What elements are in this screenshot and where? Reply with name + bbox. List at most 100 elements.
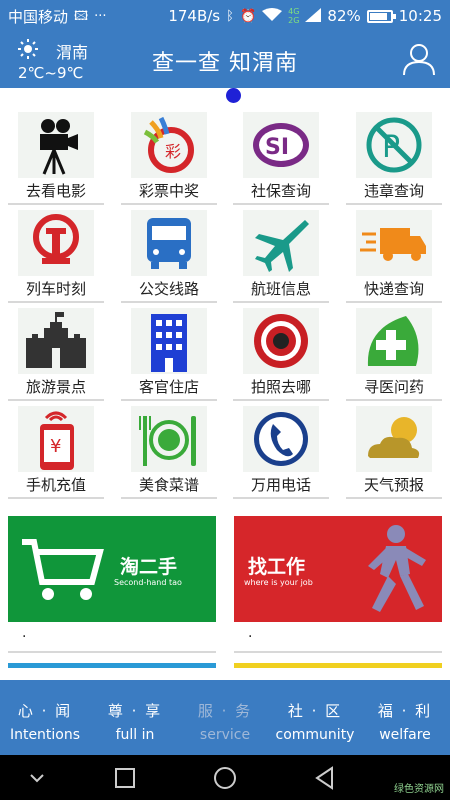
divider [121, 301, 217, 303]
tab-sublabel: full in [115, 727, 155, 743]
divider [346, 399, 442, 401]
service-hotel[interactable]: 客官住店 [119, 304, 219, 402]
divider [121, 497, 217, 499]
svg-text:¥: ¥ [50, 436, 61, 457]
great-wall-icon [18, 308, 94, 374]
divider [8, 203, 104, 205]
service-food[interactable]: 美食菜谱 [119, 402, 219, 500]
banner-find-job[interactable]: 找工作 where is your job . [234, 513, 442, 653]
banner-title: 淘二手 [120, 556, 178, 578]
page-title: 查一查 知渭南 [152, 51, 298, 76]
service-medical[interactable]: 寻医问药 [344, 304, 444, 402]
banner-caption: . [22, 625, 27, 641]
service-social-security[interactable]: SI 社保查询 [231, 108, 331, 206]
service-label: 列车时刻 [25, 280, 86, 298]
watermark: 绿色资源网 [394, 784, 444, 795]
svg-text:SI: SI [265, 135, 289, 160]
service-label: 万用电话 [250, 476, 311, 494]
service-recharge[interactable]: ¥ 手机充值 [6, 402, 106, 500]
next-banner-peek [234, 663, 442, 673]
social-security-icon: SI [243, 112, 319, 178]
wifi-icon [262, 7, 283, 25]
divider [233, 203, 329, 205]
carousel-indicator [226, 88, 241, 103]
traffic-violation-icon: P [356, 112, 432, 178]
phone-recharge-icon: ¥ [18, 406, 94, 472]
divider [346, 301, 442, 303]
service-train[interactable]: 列车时刻 [6, 206, 106, 304]
signal-icon [305, 7, 322, 25]
service-label: 航班信息 [250, 280, 311, 298]
service-bus[interactable]: 公交线路 [119, 206, 219, 304]
banner-caption: . [248, 625, 253, 641]
next-banner-peek [8, 663, 216, 673]
service-label: 社保查询 [250, 182, 311, 200]
network-speed: 174B/s [168, 7, 221, 25]
hide-keyboard-icon[interactable] [24, 765, 50, 791]
tab-welfare[interactable]: 福 · 利 welfare [360, 680, 450, 755]
home-icon[interactable] [212, 765, 238, 791]
service-label: 彩票中奖 [138, 182, 199, 200]
recent-apps-icon[interactable] [112, 765, 138, 791]
service-express[interactable]: 快递查询 [344, 206, 444, 304]
divider [8, 497, 104, 499]
weather-icon [356, 406, 432, 472]
service-flight[interactable]: 航班信息 [231, 206, 331, 304]
bus-icon [131, 210, 207, 276]
status-bar: 中国移动 🖾 ··· 174B/s ᛒ ⏰ 4G 2G 82% 10:25 [0, 0, 450, 32]
service-photo-spots[interactable]: 拍照去哪 [231, 304, 331, 402]
service-label: 天气预报 [363, 476, 424, 494]
divider [233, 497, 329, 499]
tab-community[interactable]: 社 · 区 community [270, 680, 360, 755]
divider [121, 399, 217, 401]
camera-lens-icon [243, 308, 319, 374]
tab-sublabel: Intentions [9, 727, 81, 743]
battery-percent: 82% [327, 7, 361, 25]
service-label: 旅游景点 [25, 378, 86, 396]
divider [233, 399, 329, 401]
banner-image: 找工作 where is your job [234, 516, 442, 622]
service-movie[interactable]: 去看电影 [6, 108, 106, 206]
service-tourism[interactable]: 旅游景点 [6, 304, 106, 402]
tab-service[interactable]: 服 · 务 service [180, 680, 270, 755]
divider [346, 203, 442, 205]
tab-intentions[interactable]: 心 · 闻 Intentions [0, 680, 90, 755]
banner-title: 找工作 [248, 556, 306, 578]
service-traffic-violation[interactable]: P 违章查询 [344, 108, 444, 206]
bottom-tab-bar: 心 · 闻 Intentions 尊 · 享 full in 服 · 务 ser… [0, 680, 450, 755]
service-label: 拍照去哪 [250, 378, 311, 396]
movie-camera-icon [18, 112, 94, 178]
tab-label: 心 · 闻 [17, 702, 73, 720]
bluetooth-icon: ᛒ [226, 8, 234, 24]
walking-figure-icon [368, 525, 426, 612]
image-notification-icon: 🖾 [74, 8, 89, 24]
back-icon[interactable] [312, 765, 338, 791]
user-profile-icon[interactable] [402, 42, 436, 76]
network-4g-label: 4G [288, 7, 300, 16]
divider [234, 651, 442, 653]
tab-label: 社 · 区 [287, 702, 343, 720]
divider [346, 497, 442, 499]
delivery-truck-icon [356, 210, 432, 276]
railway-icon [18, 210, 94, 276]
service-label: 快递查询 [363, 280, 424, 298]
tab-sublabel: community [275, 727, 355, 743]
app-header: 渭南 2℃~9℃ 查一查 知渭南 [0, 32, 450, 88]
tab-full-in[interactable]: 尊 · 享 full in [90, 680, 180, 755]
tab-label: 福 · 利 [377, 702, 433, 720]
banner-second-hand[interactable]: 淘二手 Second-hand tao . [8, 513, 216, 653]
service-weather[interactable]: 天气预报 [344, 402, 444, 500]
system-navigation-bar: 绿色资源网 [0, 755, 450, 800]
service-label: 公交线路 [138, 280, 199, 298]
medical-cross-icon [356, 308, 432, 374]
divider [8, 301, 104, 303]
divider [8, 399, 104, 401]
service-phonebook[interactable]: 万用电话 [231, 402, 331, 500]
tab-sublabel: welfare [379, 727, 431, 743]
divider [121, 203, 217, 205]
divider [8, 651, 216, 653]
clock: 10:25 [398, 7, 442, 25]
service-lottery[interactable]: 彩 彩票中奖 [119, 108, 219, 206]
airplane-icon [243, 210, 319, 276]
lottery-icon: 彩 [131, 112, 207, 178]
